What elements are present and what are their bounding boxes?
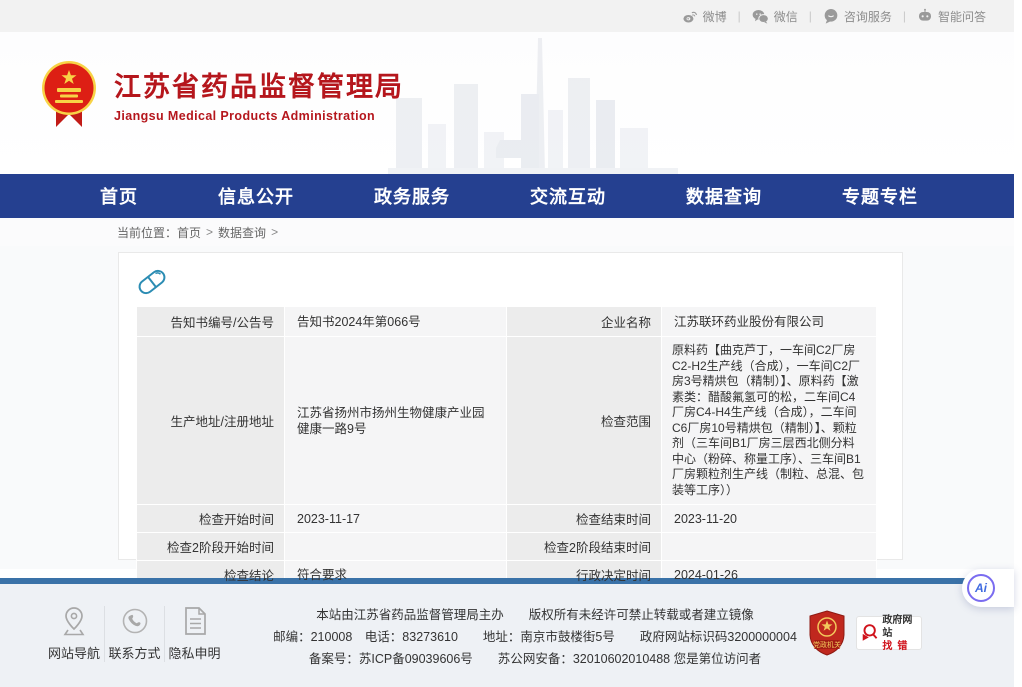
table-row: 告知书编号/公告号告知书2024年第066号企业名称江苏联环药业股份有限公司	[137, 307, 877, 337]
detail-card: 告知书编号/公告号告知书2024年第066号企业名称江苏联环药业股份有限公司生产…	[118, 252, 903, 560]
find-error-badge-top: 政府网站	[882, 614, 917, 640]
topbar-link-label: 微信	[774, 8, 798, 25]
brand-text: 江苏省药品监督管理局 Jiangsu Medical Products Admi…	[114, 65, 404, 123]
nav-item-gov-services[interactable]: 政务服务	[374, 183, 450, 209]
topbar-separator: |	[738, 9, 741, 23]
nav-item-data-query[interactable]: 数据查询	[686, 183, 762, 209]
footer-line: 邮编：210008 电话：83273610 地址：南京市鼓楼街5号 政府网站标识…	[250, 626, 820, 648]
footer-link-label: 网站导航	[48, 643, 100, 662]
content-area: 告知书编号/公告号告知书2024年第066号企业名称江苏联环药业股份有限公司生产…	[0, 246, 1014, 569]
party-gov-badge-label: 党政机关	[813, 640, 841, 649]
field-value: 原料药【曲克芦丁，一车间C2厂房C2-H2生产线（合成），一车间C2厂房3号精烘…	[662, 337, 877, 505]
weibo-icon	[682, 9, 698, 24]
party-gov-badge[interactable]: 党政机关	[808, 610, 846, 656]
field-value	[662, 533, 877, 561]
topbar-link-label: 智能问答	[938, 8, 986, 25]
footer-link-site-map[interactable]: 网站导航	[44, 606, 104, 662]
topbar: 微博 | 微信 | 咨询服务 | 智能问答	[0, 0, 1014, 32]
footer-link-label: 隐私申明	[168, 643, 220, 662]
table-row: 检查2阶段开始时间 检查2阶段结束时间	[137, 533, 877, 561]
field-label: 检查2阶段结束时间	[507, 533, 662, 561]
breadcrumb: 当前位置：首页 > 数据查询 >	[0, 218, 1014, 246]
site-title: 江苏省药品监督管理局	[114, 65, 404, 104]
pill-icon-wrap	[136, 266, 885, 306]
field-value: 江苏省扬州市扬州生物健康产业园健康一路9号	[285, 337, 507, 505]
find-error-badge-bottom: 找错	[882, 640, 917, 653]
field-label: 检查范围	[507, 337, 662, 505]
breadcrumb-link[interactable]: 数据查询	[218, 224, 266, 241]
footer-line: 本站由江苏省药品监督管理局主办 版权所有未经许可禁止转载或者建立镜像	[250, 604, 820, 626]
main-nav: 首页 信息公开 政务服务 交流互动 数据查询 专题专栏	[0, 174, 1014, 218]
breadcrumb-separator: >	[271, 225, 278, 239]
breadcrumb-link[interactable]: 首页	[177, 224, 201, 241]
site-footer: 网站导航联系方式隐私申明 本站由江苏省药品监督管理局主办 版权所有未经许可禁止转…	[0, 584, 1014, 687]
capsule-pill-icon	[136, 266, 168, 298]
footer-link-label: 联系方式	[108, 643, 160, 662]
field-label: 生产地址/注册地址	[137, 337, 285, 505]
footer-badges: 党政机关 政府网站 找错	[808, 610, 922, 656]
breadcrumb-separator: >	[206, 225, 213, 239]
footer-text: 本站由江苏省药品监督管理局主办 版权所有未经许可禁止转载或者建立镜像邮编：210…	[250, 604, 820, 670]
field-value: 2023-11-20	[662, 505, 877, 533]
brand: 江苏省药品监督管理局 Jiangsu Medical Products Admi…	[40, 60, 404, 128]
field-label: 告知书编号/公告号	[137, 307, 285, 337]
topbar-link-consult-service[interactable]: 咨询服务	[823, 8, 892, 25]
site-title-en: Jiangsu Medical Products Administration	[114, 109, 404, 123]
phone-icon	[121, 606, 149, 636]
field-value: 2023-11-17	[285, 505, 507, 533]
find-error-badge[interactable]: 政府网站 找错	[856, 616, 922, 650]
breadcrumb-prefix: 当前位置：	[117, 224, 177, 241]
robot-icon	[917, 8, 933, 24]
nav-item-special-topics[interactable]: 专题专栏	[842, 183, 918, 209]
footer-link-contact[interactable]: 联系方式	[104, 606, 164, 662]
ai-assistant-button[interactable]: Ai	[962, 569, 1014, 607]
topbar-link-label: 微博	[703, 8, 727, 25]
document-icon	[182, 606, 208, 636]
topbar-separator: |	[903, 9, 906, 23]
field-label: 检查结束时间	[507, 505, 662, 533]
footer-line: 备案号：苏ICP备09039606号 苏公网安备：32010602010488 …	[250, 648, 820, 670]
nav-item-interaction[interactable]: 交流互动	[530, 183, 606, 209]
table-row: 检查开始时间2023-11-17检查结束时间2023-11-20	[137, 505, 877, 533]
wechat-icon	[752, 9, 769, 24]
footer-link-privacy[interactable]: 隐私申明	[164, 606, 224, 662]
field-value: 告知书2024年第066号	[285, 307, 507, 337]
topbar-link-wechat[interactable]: 微信	[752, 8, 798, 25]
nav-item-home[interactable]: 首页	[100, 183, 138, 209]
magnifier-icon	[861, 622, 878, 644]
field-value: 江苏联环药业股份有限公司	[662, 307, 877, 337]
topbar-separator: |	[809, 9, 812, 23]
topbar-link-label: 咨询服务	[844, 8, 892, 25]
nav-item-info-disclosure[interactable]: 信息公开	[218, 183, 294, 209]
location-pin-icon	[60, 606, 88, 636]
topbar-link-weibo[interactable]: 微博	[682, 8, 727, 25]
field-label: 检查2阶段开始时间	[137, 533, 285, 561]
field-label: 检查开始时间	[137, 505, 285, 533]
table-row: 生产地址/注册地址江苏省扬州市扬州生物健康产业园健康一路9号检查范围原料药【曲克…	[137, 337, 877, 505]
field-value	[285, 533, 507, 561]
inspection-detail-table: 告知书编号/公告号告知书2024年第066号企业名称江苏联环药业股份有限公司生产…	[136, 306, 877, 617]
chat-bubble-icon	[823, 8, 839, 24]
ai-assistant-label: Ai	[967, 574, 995, 602]
national-emblem-logo	[40, 60, 98, 128]
topbar-link-smart-qa[interactable]: 智能问答	[917, 8, 986, 25]
page: 微博 | 微信 | 咨询服务 | 智能问答	[0, 0, 1014, 687]
city-skyline-illustration	[388, 36, 678, 174]
site-header: 江苏省药品监督管理局 Jiangsu Medical Products Admi…	[0, 32, 1014, 174]
field-label: 企业名称	[507, 307, 662, 337]
